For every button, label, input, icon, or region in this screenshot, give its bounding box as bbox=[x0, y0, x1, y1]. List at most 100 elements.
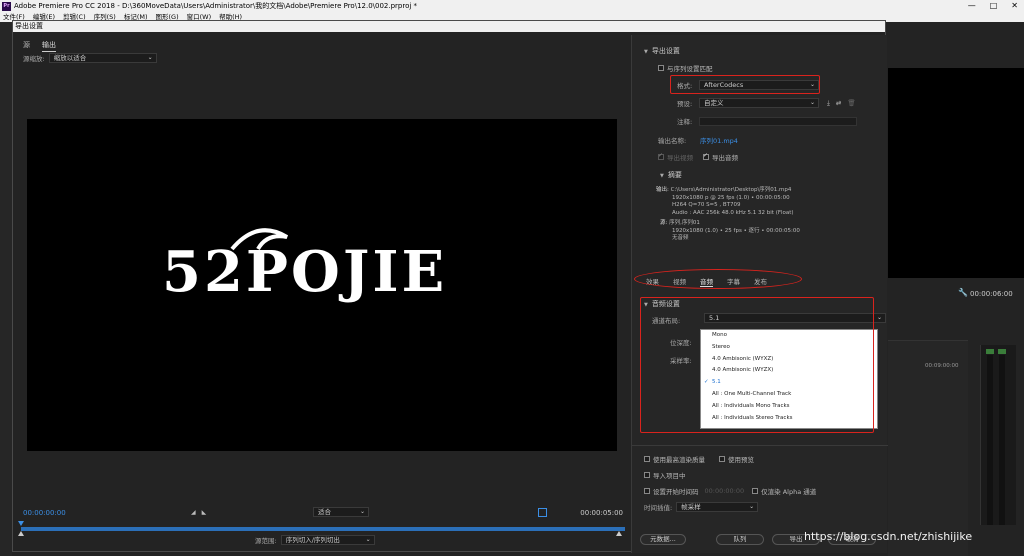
match-sequence-label: 与序列设置匹配 bbox=[667, 65, 713, 73]
scrub-bar[interactable] bbox=[21, 527, 625, 531]
preset-dropdown[interactable]: 自定义 ⌄ bbox=[699, 98, 819, 108]
match-sequence-row[interactable]: 与序列设置匹配 bbox=[658, 63, 713, 73]
summary-source-key: 源: bbox=[660, 220, 668, 226]
export-audio-label: 导出音频 bbox=[712, 154, 738, 162]
comment-row: 注释: bbox=[677, 116, 857, 126]
audio-meter bbox=[980, 345, 1016, 525]
scale-dropdown[interactable]: 缩放以适合 ⌄ bbox=[48, 53, 157, 63]
chevron-down-icon: ⌄ bbox=[359, 508, 365, 515]
comment-input[interactable] bbox=[699, 116, 857, 126]
chevron-down-icon: ⌄ bbox=[876, 314, 882, 321]
premiere-logo-icon: Pr bbox=[2, 1, 11, 11]
import-project-row: 导入项目中 bbox=[644, 470, 686, 480]
delete-preset-icon[interactable]: 🗑 bbox=[847, 99, 855, 107]
export-toggles-row: 导出视频 导出音频 bbox=[658, 152, 738, 162]
render-quality-row: 使用最高渲染质量 使用预览 bbox=[644, 454, 754, 464]
export-video-checkbox[interactable] bbox=[658, 152, 664, 160]
maximize-button[interactable]: □ bbox=[990, 0, 998, 12]
source-scaling-row: 源缩放: 缩放以适合 ⌄ bbox=[23, 53, 157, 63]
dialog-title: 导出设置 bbox=[13, 21, 885, 32]
summary-output-line: C:\Users\Administrator\Desktop\序列01.mp4 bbox=[670, 187, 792, 193]
match-sequence-checkbox[interactable] bbox=[658, 65, 664, 71]
52pojie-logo: 52POJIE bbox=[162, 228, 447, 305]
wrench-icon[interactable]: 🔧 bbox=[958, 288, 968, 297]
use-previews-checkbox[interactable] bbox=[719, 456, 725, 462]
import-project-checkbox[interactable] bbox=[644, 472, 650, 478]
export-settings-title[interactable]: ▼ 导出设置 bbox=[644, 46, 680, 56]
import-preset-icon[interactable]: ⇄ bbox=[836, 99, 841, 107]
timeline-panel bbox=[888, 340, 968, 556]
fit-value: 适合 bbox=[318, 508, 331, 516]
tab-output[interactable]: 输出 bbox=[42, 40, 56, 52]
timeline-ruler-code: 00:09:00:00 bbox=[925, 363, 959, 369]
export-settings-pane: ▼ 导出设置 与序列设置匹配 格式: AfterCodecs ⌄ 预设: 自定义 … bbox=[631, 35, 888, 553]
summary-output-line: H264 Q=70 S=5 , BT709 bbox=[672, 202, 741, 208]
preset-value: 自定义 bbox=[704, 99, 724, 107]
export-frame-icon[interactable] bbox=[538, 508, 547, 517]
meter-level-left bbox=[986, 349, 994, 354]
playhead-marker[interactable] bbox=[18, 521, 24, 526]
save-preset-icon[interactable]: ⤓ bbox=[827, 99, 830, 108]
summary-block: 输出: C:\Users\Administrator\Desktop\序列01.… bbox=[656, 187, 800, 243]
mark-in-out-icons[interactable]: ◢◣ bbox=[191, 509, 212, 516]
window-controls: — □ ✕ bbox=[968, 0, 1018, 12]
output-name-link[interactable]: 序列01.mp4 bbox=[700, 135, 738, 145]
export-audio-checkbox[interactable] bbox=[703, 152, 709, 160]
chevron-down-icon: ⌄ bbox=[365, 536, 371, 543]
time-interpolation-dropdown[interactable]: 帧采样 ⌄ bbox=[676, 502, 759, 512]
timecode-row: 00:00:00:00 ◢◣ 适合 ⌄ 00:00:05:00 bbox=[23, 507, 623, 519]
out-point-marker[interactable] bbox=[616, 531, 622, 536]
output-name-row: 输出名称: 序列01.mp4 bbox=[658, 135, 738, 145]
timecode-end: 00:00:05:00 bbox=[580, 509, 623, 517]
annotation-format-box bbox=[670, 75, 820, 94]
metadata-button[interactable]: 元数据... bbox=[640, 534, 686, 545]
alpha-only-label: 仅渲染 Alpha 通道 bbox=[761, 488, 817, 496]
minimize-button[interactable]: — bbox=[968, 0, 976, 12]
collapse-triangle-icon: ▼ bbox=[644, 49, 648, 55]
start-timecode-row: 设置开始时间码 00:00:00:00 仅渲染 Alpha 通道 bbox=[644, 486, 816, 496]
source-output-tabs: 源 输出 bbox=[23, 40, 56, 52]
logo-text: 52POJIE bbox=[162, 239, 447, 305]
app-title-bar: Pr Adobe Premiere Pro CC 2018 - D:\360Mo… bbox=[0, 0, 1024, 12]
summary-title[interactable]: ▼ 摘要 bbox=[660, 170, 682, 180]
meter-level-right bbox=[998, 349, 1006, 354]
time-interpolation-label: 时间插值: bbox=[644, 504, 673, 512]
chevron-down-icon: ⌄ bbox=[749, 503, 755, 510]
max-quality-checkbox[interactable] bbox=[644, 456, 650, 462]
annotation-tabs-ellipse bbox=[634, 269, 802, 289]
range-dropdown[interactable]: 序列切入/序列切出 ⌄ bbox=[280, 535, 375, 545]
video-preview: 52POJIE bbox=[27, 119, 617, 451]
start-timecode-value[interactable]: 00:00:00:00 bbox=[705, 487, 745, 495]
tab-source[interactable]: 源 bbox=[23, 40, 30, 52]
output-name-label: 输出名称: bbox=[658, 137, 687, 145]
queue-button[interactable]: 队列 bbox=[716, 534, 764, 545]
range-value: 序列切入/序列切出 bbox=[285, 536, 340, 544]
collapse-triangle-icon: ▼ bbox=[660, 173, 664, 179]
range-label: 源范围: bbox=[255, 537, 277, 545]
chevron-down-icon: ⌄ bbox=[809, 99, 815, 106]
preset-label: 预设: bbox=[677, 100, 693, 108]
scale-value: 缩放以适合 bbox=[53, 54, 87, 62]
close-button[interactable]: ✕ bbox=[1011, 0, 1018, 12]
source-range-row: 源范围: 序列切入/序列切出 ⌄ bbox=[255, 535, 375, 545]
import-project-label: 导入项目中 bbox=[653, 472, 686, 480]
use-previews-label: 使用预览 bbox=[728, 456, 754, 464]
timecode-start[interactable]: 00:00:00:00 bbox=[23, 509, 66, 517]
summary-output-line: Audio : AAC 256k 48.0 kHz 5.1 32 bit (Fl… bbox=[672, 209, 794, 216]
time-interpolation-row: 时间插值: 帧采样 ⌄ bbox=[644, 502, 759, 512]
background-left-panel bbox=[0, 22, 12, 556]
in-point-marker[interactable] bbox=[18, 531, 24, 536]
preset-row: 预设: 自定义 ⌄ ⤓ ⇄ 🗑 bbox=[677, 98, 856, 108]
start-timecode-checkbox[interactable] bbox=[644, 488, 650, 494]
app-title: Adobe Premiere Pro CC 2018 - D:\360MoveD… bbox=[14, 2, 418, 10]
summary-output-line: 1920x1080 p @ 25 fps (1.0) • 00:00:05:00 bbox=[672, 194, 790, 201]
meter-bar-left bbox=[987, 355, 993, 525]
export-settings-dialog: 导出设置 源 输出 源缩放: 缩放以适合 ⌄ 52POJIE 00:00:00:… bbox=[12, 20, 888, 553]
program-monitor bbox=[888, 68, 1024, 278]
summary-source-line: 无音频 bbox=[672, 235, 689, 241]
alpha-only-checkbox[interactable] bbox=[752, 488, 759, 494]
max-quality-label: 使用最高渲染质量 bbox=[653, 456, 705, 464]
annotation-audio-box bbox=[640, 297, 874, 433]
fit-dropdown[interactable]: 适合 ⌄ bbox=[313, 507, 369, 517]
watermark: https://blog.csdn.net/zhishijike bbox=[804, 530, 973, 543]
